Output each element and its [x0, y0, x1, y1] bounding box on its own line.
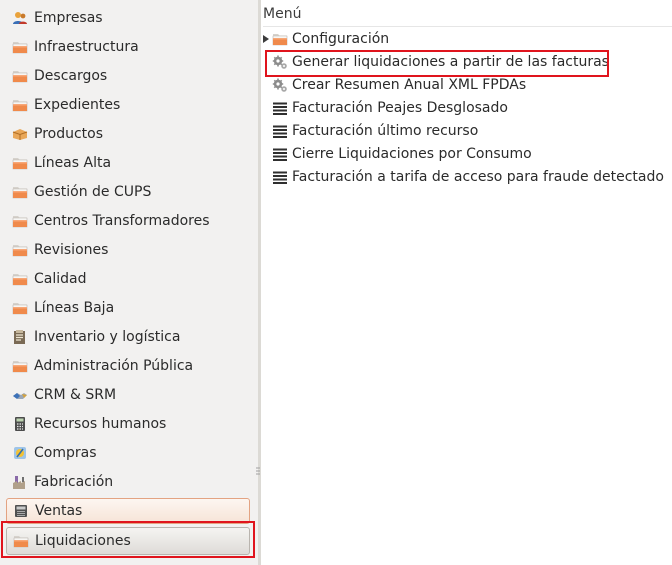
folder-icon: [272, 31, 288, 47]
sidebar-item-empresas[interactable]: Empresas: [6, 5, 250, 31]
calculator-icon: [12, 416, 28, 432]
sidebar-item-label: Ventas: [35, 503, 83, 519]
sidebar-item-recursos-humanos[interactable]: Recursos humanos: [6, 411, 250, 437]
folder-icon: [12, 213, 28, 229]
folder-icon: [13, 533, 29, 549]
menu-item-crear-resumen-anual[interactable]: Crear Resumen Anual XML FPDAs: [261, 74, 526, 96]
sidebar-item-label: CRM & SRM: [34, 387, 117, 403]
menu-item-label: Generar liquidaciones a partir de las fa…: [292, 54, 609, 70]
sidebar-item-compras[interactable]: Compras: [6, 440, 250, 466]
menu-item-facturacion-fraude[interactable]: Facturación a tarifa de acceso para frau…: [261, 166, 664, 188]
sidebar-item-label: Revisiones: [34, 242, 109, 258]
menu-item-label: Configuración: [292, 31, 390, 47]
sidebar-item-label: Líneas Alta: [34, 155, 112, 171]
sidebar-item-label: Líneas Baja: [34, 300, 115, 316]
sidebar-item-liquidaciones[interactable]: Liquidaciones: [6, 527, 250, 555]
sidebar-item-label: Inventario y logística: [34, 329, 181, 345]
sidebar-item-productos[interactable]: Productos: [6, 121, 250, 147]
inventory-icon: [12, 329, 28, 345]
menu-pane: Menú Configuración Generar liquidaciones…: [261, 0, 672, 565]
menu-item-facturacion-ultimo-recurso[interactable]: Facturación último recurso: [261, 120, 478, 142]
sidebar-item-fabricacion[interactable]: Fabricación: [6, 469, 250, 495]
gears-icon: [272, 54, 288, 70]
sidebar-item-label: Descargos: [34, 68, 108, 84]
sidebar-item-label: Recursos humanos: [34, 416, 167, 432]
folder-icon: [12, 68, 28, 84]
sidebar-item-label: Productos: [34, 126, 104, 142]
sidebar-item-label: Compras: [34, 445, 97, 461]
menu-item-cierre-liquidaciones[interactable]: Cierre Liquidaciones por Consumo: [261, 143, 532, 165]
menu-item-label: Crear Resumen Anual XML FPDAs: [292, 77, 527, 93]
sidebar-item-infraestructura[interactable]: Infraestructura: [6, 34, 250, 60]
sidebar-item-lineas-baja[interactable]: Líneas Baja: [6, 295, 250, 321]
sidebar-item-administracion-publica[interactable]: Administración Pública: [6, 353, 250, 379]
folder-icon: [12, 300, 28, 316]
sidebar-item-label: Centros Transformadores: [34, 213, 210, 229]
list-icon: [272, 100, 288, 116]
list-icon: [272, 169, 288, 185]
sidebar-item-crm-srm[interactable]: CRM & SRM: [6, 382, 250, 408]
menu-item-label: Facturación a tarifa de acceso para frau…: [292, 169, 664, 185]
menu-item-configuracion[interactable]: Configuración: [261, 28, 389, 50]
cash-register-icon: [13, 503, 29, 519]
sidebar-item-label: Administración Pública: [34, 358, 194, 374]
sidebar-item-label: Empresas: [34, 10, 103, 26]
sidebar-item-gestion-cups[interactable]: Gestión de CUPS: [6, 179, 250, 205]
menu-item-label: Facturación Peajes Desglosado: [292, 100, 508, 116]
menu-item-facturacion-peajes[interactable]: Facturación Peajes Desglosado: [261, 97, 508, 119]
sidebar-item-ventas[interactable]: Ventas: [6, 498, 250, 524]
box-icon: [12, 126, 28, 142]
sidebar-item-label: Infraestructura: [34, 39, 139, 55]
sidebar-item-revisiones[interactable]: Revisiones: [6, 237, 250, 263]
folder-icon: [12, 155, 28, 171]
sidebar-item-label: Calidad: [34, 271, 87, 287]
gears-icon: [272, 77, 288, 93]
purchases-icon: [12, 445, 28, 461]
sidebar: Empresas Infraestructura Descargos Exped…: [0, 0, 258, 565]
sidebar-item-lineas-alta[interactable]: Líneas Alta: [6, 150, 250, 176]
list-icon: [272, 123, 288, 139]
list-icon: [272, 146, 288, 162]
folder-icon: [12, 97, 28, 113]
menu-item-label: Cierre Liquidaciones por Consumo: [292, 146, 532, 162]
menu-item-label: Facturación último recurso: [292, 123, 479, 139]
menu-item-generar-liquidaciones[interactable]: Generar liquidaciones a partir de las fa…: [261, 51, 609, 73]
folder-icon: [12, 242, 28, 258]
folder-icon: [12, 358, 28, 374]
folder-icon: [12, 271, 28, 287]
sidebar-item-centros-transformadores[interactable]: Centros Transformadores: [6, 208, 250, 234]
expand-arrow-icon[interactable]: [261, 28, 271, 50]
sidebar-item-descargos[interactable]: Descargos: [6, 63, 250, 89]
menu-column-header[interactable]: Menú: [263, 6, 672, 27]
handshake-icon: [12, 387, 28, 403]
sidebar-item-expedientes[interactable]: Expedientes: [6, 92, 250, 118]
sidebar-item-inventario[interactable]: Inventario y logística: [6, 324, 250, 350]
sidebar-item-label: Fabricación: [34, 474, 114, 490]
users-icon: [12, 10, 28, 26]
sidebar-item-label: Expedientes: [34, 97, 121, 113]
factory-icon: [12, 474, 28, 490]
sidebar-item-label: Gestión de CUPS: [34, 184, 152, 200]
folder-icon: [12, 39, 28, 55]
sidebar-item-calidad[interactable]: Calidad: [6, 266, 250, 292]
sidebar-item-label: Liquidaciones: [35, 533, 131, 549]
folder-icon: [12, 184, 28, 200]
